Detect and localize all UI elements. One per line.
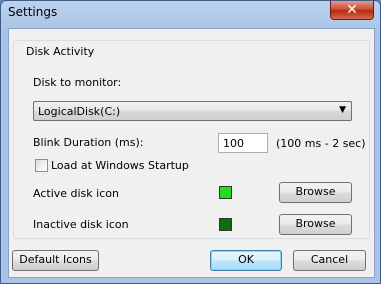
load-at-startup-label[interactable]: Load at Windows Startup [51,159,189,172]
close-button[interactable]: ✕ [330,1,374,20]
window-title: Settings [8,5,58,19]
blink-duration-input[interactable]: 100 [218,133,268,153]
disk-select[interactable]: LogicalDisk(C:) ▼ [33,101,352,121]
chevron-down-icon: ▼ [339,105,346,115]
dialog-body: Disk Activity Disk to monitor: LogicalDi… [8,28,375,278]
active-disk-icon-label: Active disk icon [33,187,119,200]
disk-activity-group: Disk Activity Disk to monitor: LogicalDi… [13,40,370,239]
active-disk-icon-preview [219,186,232,199]
active-icon-browse-button[interactable]: Browse [279,182,352,203]
inactive-disk-icon-label: Inactive disk icon [33,218,129,231]
inactive-disk-icon-preview [219,218,232,231]
default-icons-button[interactable]: Default Icons [12,250,99,271]
ok-button[interactable]: OK [210,250,282,271]
disk-select-value: LogicalDisk(C:) [38,105,121,118]
title-bar[interactable]: Settings ✕ [1,1,380,25]
disk-to-monitor-label: Disk to monitor: [33,76,122,89]
load-at-startup-checkbox[interactable] [35,159,48,172]
inactive-icon-browse-button[interactable]: Browse [279,214,352,235]
blink-duration-label: Blink Duration (ms): [33,136,144,149]
close-icon: ✕ [346,2,358,18]
group-title: Disk Activity [23,45,98,58]
cancel-button[interactable]: Cancel [293,250,366,271]
settings-window: Settings ✕ Disk Activity Disk to monitor… [0,0,381,284]
blink-duration-hint: (100 ms - 2 sec) [276,137,366,150]
